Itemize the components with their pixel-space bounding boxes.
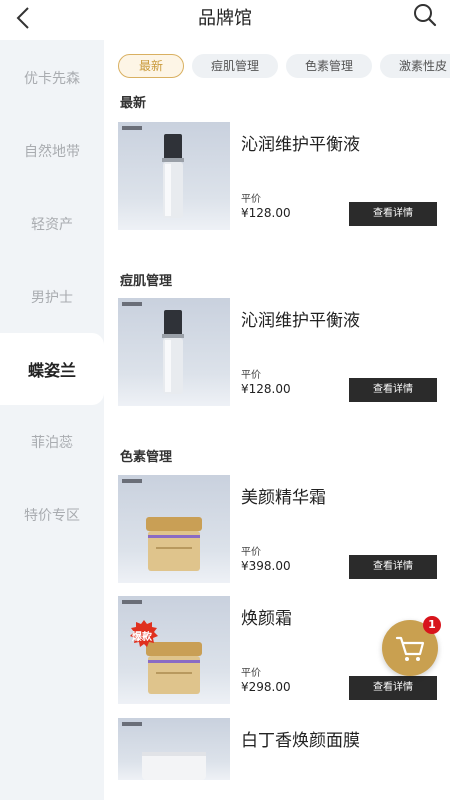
product-name: 焕颜霜 xyxy=(241,609,292,629)
price-label: 平价 xyxy=(241,668,261,679)
category-tabs: 最新 痘肌管理 色素管理 激素性皮 xyxy=(118,54,450,80)
product-name: 白丁香焕颜面膜 xyxy=(241,731,360,751)
product-image xyxy=(118,298,230,406)
price-label: 平价 xyxy=(241,547,261,558)
sidebar-item-label: 优卡先森 xyxy=(24,71,80,87)
product-name: 沁润维护平衡液 xyxy=(241,311,360,331)
price-label: 平价 xyxy=(241,194,261,205)
search-icon[interactable] xyxy=(412,2,438,28)
sidebar-item-label: 轻资产 xyxy=(31,217,73,233)
silver-bottle-image xyxy=(122,302,184,394)
product-card[interactable]: 沁润维护平衡液 平价 ¥128.00 查看详情 xyxy=(118,122,438,234)
tab-hormone[interactable]: 激素性皮 xyxy=(380,54,450,78)
white-jar-image xyxy=(122,722,206,780)
product-price: ¥398.00 xyxy=(241,559,291,573)
gold-jar-image xyxy=(122,600,202,694)
section-title: 最新 xyxy=(120,96,147,111)
tab-acne[interactable]: 痘肌管理 xyxy=(192,54,279,78)
product-image xyxy=(118,718,230,780)
product-price: ¥298.00 xyxy=(241,680,291,694)
product-card[interactable]: 沁润维护平衡液 平价 ¥128.00 查看详情 xyxy=(118,298,438,410)
sidebar-item-label: 特价专区 xyxy=(24,508,80,524)
product-price: ¥128.00 xyxy=(241,382,291,396)
product-content: 最新 痘肌管理 色素管理 激素性皮 最新 沁润维护平衡液 平价 ¥128.00 查看详… xyxy=(104,40,450,800)
sidebar-item-label: 自然地带 xyxy=(24,144,80,160)
sidebar-item-tejia[interactable]: 特价专区 xyxy=(0,479,104,551)
header: 品牌馆 xyxy=(0,0,450,36)
product-price: ¥128.00 xyxy=(241,206,291,220)
view-details-button[interactable]: 查看详情 xyxy=(349,676,437,700)
sidebar-item-diezilan[interactable]: 蝶姿兰 xyxy=(0,333,104,405)
brand-sidebar: 优卡先森 自然地带 轻资产 男护士 蝶姿兰 菲泊蕊 特价专区 xyxy=(0,40,104,800)
product-image: 爆款 xyxy=(118,596,230,704)
sidebar-item-label: 男护士 xyxy=(31,290,73,306)
gold-jar-image xyxy=(122,479,202,571)
product-name: 美颜精华霜 xyxy=(241,488,326,508)
section-title: 痘肌管理 xyxy=(120,274,173,289)
product-image xyxy=(118,122,230,230)
section-title: 色素管理 xyxy=(120,450,173,465)
hot-badge-label: 爆款 xyxy=(132,632,152,643)
product-card[interactable]: 美颜精华霜 平价 ¥398.00 查看详情 xyxy=(118,475,438,587)
sidebar-item-label: 蝶姿兰 xyxy=(27,361,76,380)
view-details-button[interactable]: 查看详情 xyxy=(349,378,437,402)
tab-newest[interactable]: 最新 xyxy=(118,54,185,78)
view-details-button[interactable]: 查看详情 xyxy=(349,202,437,226)
sidebar-item-label: 菲泊蕊 xyxy=(31,435,73,451)
sidebar-item-youka[interactable]: 优卡先森 xyxy=(0,42,104,114)
sidebar-item-nanhushi[interactable]: 男护士 xyxy=(0,261,104,333)
tab-pigment[interactable]: 色素管理 xyxy=(286,54,373,78)
sidebar-item-ziran[interactable]: 自然地带 xyxy=(0,115,104,187)
sidebar-item-feiborui[interactable]: 菲泊蕊 xyxy=(0,406,104,478)
page-title: 品牌馆 xyxy=(198,8,252,29)
sidebar-item-qingzichan[interactable]: 轻资产 xyxy=(0,188,104,260)
product-image xyxy=(118,475,230,583)
view-details-button[interactable]: 查看详情 xyxy=(349,555,437,579)
product-name: 沁润维护平衡液 xyxy=(241,135,360,155)
product-card[interactable]: 白丁香焕颜面膜 xyxy=(118,718,438,800)
cart-count-badge: 1 xyxy=(423,616,441,634)
price-label: 平价 xyxy=(241,370,261,381)
silver-bottle-image xyxy=(122,126,184,218)
